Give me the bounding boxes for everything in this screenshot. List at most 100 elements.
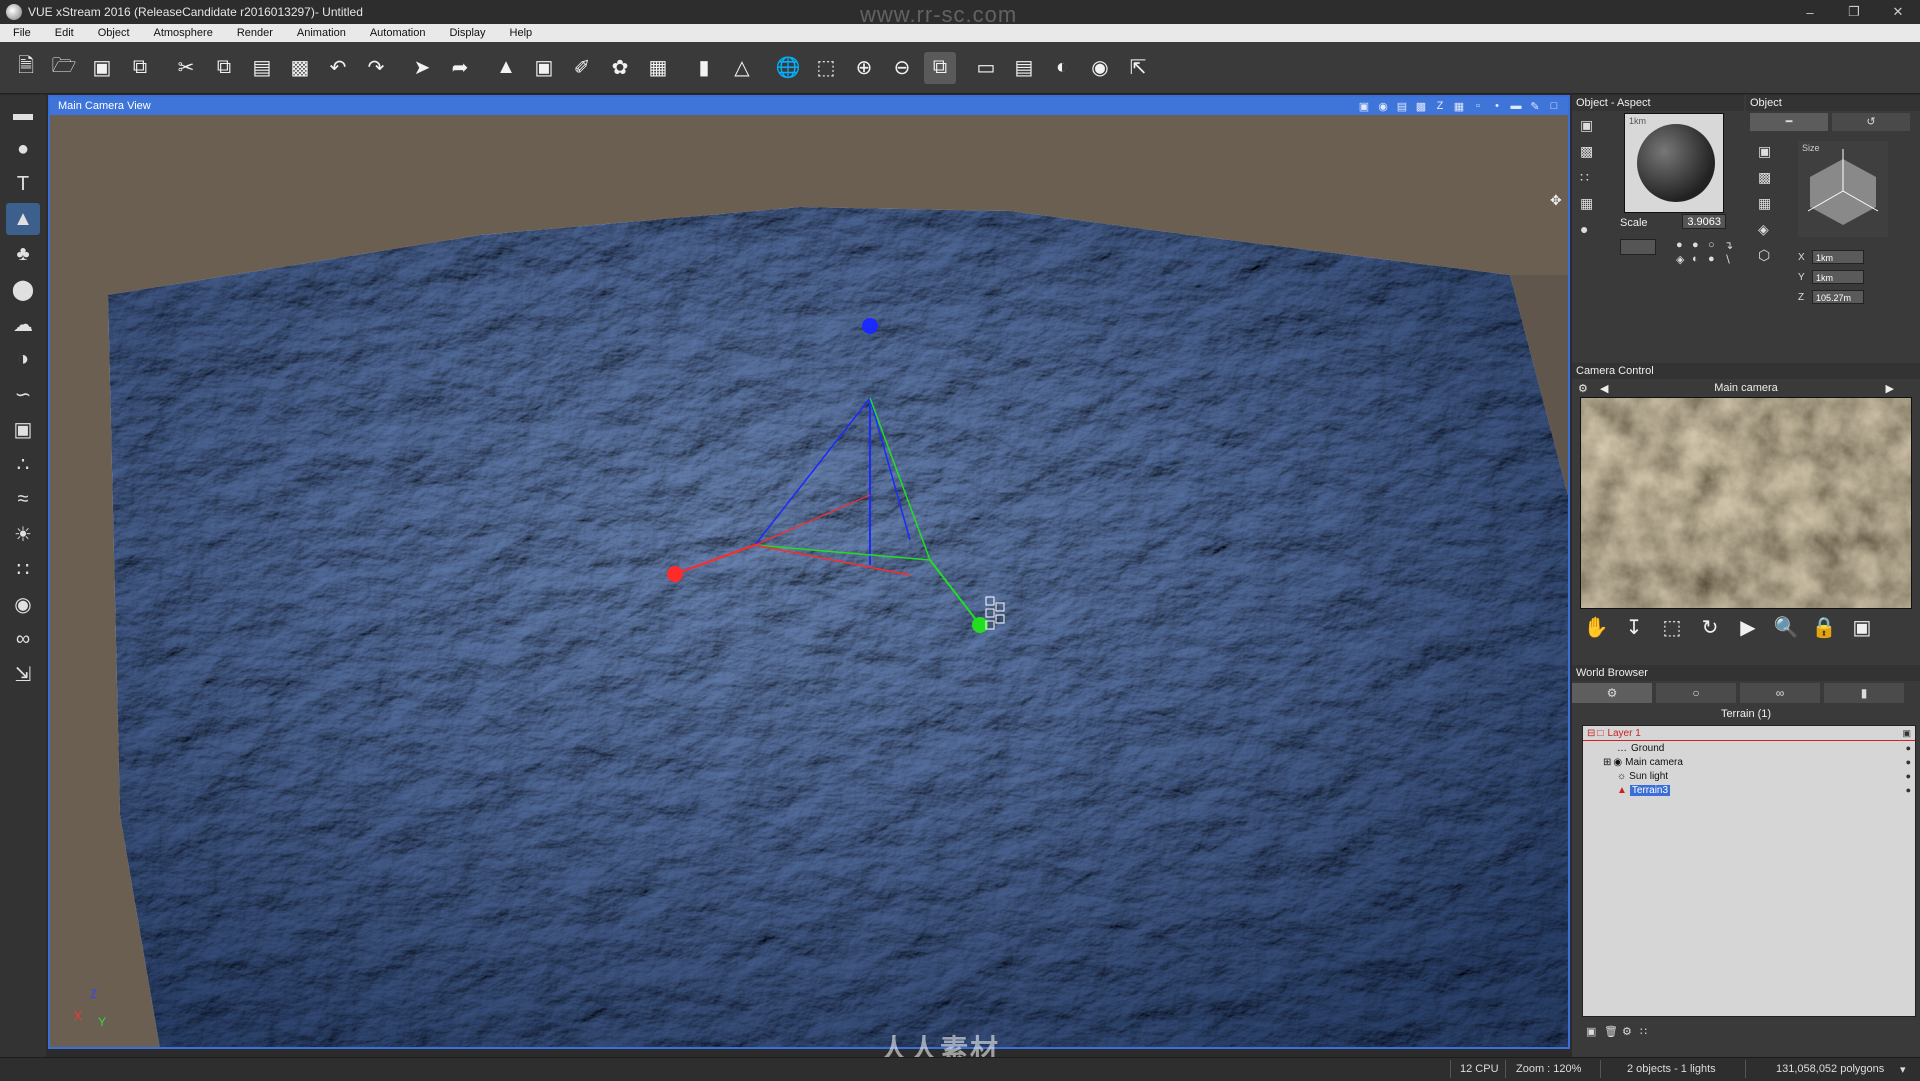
lock-icon[interactable]: 🔒 — [1810, 613, 1838, 641]
menu-render[interactable]: Render — [224, 27, 284, 39]
scene-tree[interactable]: ⊟ □ Layer 1 ▣ … Ground ● ⊞ ◉ Main camera… — [1582, 725, 1916, 1017]
visibility-icon[interactable]: ● — [1906, 757, 1911, 767]
options-icon[interactable]: ∷ — [1640, 1025, 1656, 1039]
main-camera-viewport[interactable]: Main Camera View ▣ ◉ ▤ ▩ Z ▦ ▫ • ▬ ✎ □ Z… — [48, 95, 1570, 1049]
stats-tab-icon[interactable]: ▮ — [1824, 683, 1904, 703]
metablob-icon[interactable]: ∷ — [6, 553, 40, 585]
x-size-field[interactable]: 1km — [1812, 250, 1864, 264]
prev-camera-icon[interactable]: ◀ — [1600, 382, 1608, 395]
menu-object[interactable]: Object — [85, 27, 141, 39]
select-by-icon[interactable]: ➦ — [444, 52, 476, 84]
mini-icon-6[interactable]: ◐ — [1692, 253, 1708, 267]
object-aspect-icon[interactable]: ▣ — [528, 52, 560, 84]
path-icon[interactable]: ∽ — [6, 378, 40, 410]
camera-options-icon[interactable]: ⚙ — [1578, 382, 1588, 395]
view-icon-5[interactable]: ▦ — [1451, 98, 1467, 114]
view-icon-4[interactable]: ▩ — [1413, 98, 1429, 114]
rock-icon[interactable]: ⬤ — [6, 273, 40, 305]
text-icon[interactable]: T — [6, 168, 40, 200]
obj-tool-1-icon[interactable]: ▣ — [1758, 143, 1778, 163]
z-size-field[interactable]: 105.27m — [1812, 290, 1864, 304]
mini-icon-4[interactable]: ↴ — [1724, 239, 1740, 253]
material-icon[interactable]: ✐ — [566, 52, 598, 84]
safe-frame-icon[interactable]: ▤ — [1008, 52, 1040, 84]
render-frame-icon[interactable]: ▭ — [970, 52, 1002, 84]
view-icon-6[interactable]: ▫ — [1470, 98, 1486, 114]
view-mode-icon[interactable]: ⧉ — [924, 51, 956, 84]
snapshot-icon[interactable]: ◉ — [1084, 52, 1116, 84]
tab-rotation[interactable]: ↺ — [1832, 113, 1910, 131]
view-icon-3[interactable]: ▤ — [1394, 98, 1410, 114]
zoom-camera-icon[interactable]: 🔍 — [1772, 613, 1800, 641]
zoom-out-icon[interactable]: ⊖ — [886, 52, 918, 84]
ecosystem-icon[interactable]: ∴ — [6, 448, 40, 480]
mini-icon-7[interactable]: ● — [1708, 253, 1724, 267]
terrain-scene[interactable] — [50, 115, 1568, 1049]
camera-snapshot-icon[interactable]: ▣ — [1848, 613, 1876, 641]
tree-row-terrain[interactable]: ▲ Terrain3 ● — [1583, 783, 1915, 797]
delete-icon[interactable]: 🗑 — [1604, 1025, 1620, 1039]
menu-atmosphere[interactable]: Atmosphere — [141, 27, 224, 39]
copy-icon[interactable]: ⧉ — [208, 52, 240, 84]
link-icon[interactable]: ∞ — [6, 623, 40, 655]
material-preview[interactable]: 1km — [1624, 113, 1724, 213]
aspect-tool-3-icon[interactable]: ∷ — [1580, 169, 1600, 189]
move-down-icon[interactable]: ↧ — [1620, 613, 1648, 641]
mini-icon-1[interactable]: ● — [1676, 239, 1692, 253]
links-tab-icon[interactable]: ∞ — [1740, 683, 1820, 703]
visibility-icon[interactable]: ● — [1906, 785, 1911, 795]
save-as-icon[interactable]: ⧉ — [124, 52, 156, 84]
settings-icon[interactable]: ⚙ — [1622, 1025, 1638, 1039]
wireframe-icon[interactable]: ◐ — [1046, 52, 1078, 84]
aspect-tool-5-icon[interactable]: ● — [1580, 221, 1600, 241]
save-icon[interactable]: ▣ — [86, 52, 118, 84]
expand-icon[interactable]: ⊞ — [1603, 757, 1611, 768]
mini-icon-3[interactable]: ○ — [1708, 239, 1724, 253]
next-camera-icon[interactable]: ▶ — [1886, 382, 1894, 395]
pencil-icon[interactable]: ✎ — [1527, 98, 1543, 114]
size-gizmo[interactable] — [1798, 141, 1888, 237]
cloud-icon[interactable]: ☁ — [6, 308, 40, 340]
view-icon-8[interactable]: ▬ — [1508, 98, 1524, 114]
menu-animation[interactable]: Animation — [284, 27, 357, 39]
select-icon[interactable]: ➤ — [406, 52, 438, 84]
view-icon-2[interactable]: ◉ — [1375, 98, 1391, 114]
animation-icon[interactable]: ▦ — [642, 52, 674, 84]
sphere-icon[interactable]: ● — [6, 133, 40, 165]
aspect-tool-2-icon[interactable]: ▩ — [1580, 143, 1600, 163]
mapping-dropdown[interactable] — [1620, 239, 1656, 255]
tree-row-main-camera[interactable]: ⊞ ◉ Main camera ● — [1583, 755, 1915, 769]
cube-icon[interactable]: ▣ — [6, 413, 40, 445]
scale-field[interactable]: 3.9063 — [1682, 214, 1726, 229]
visibility-icon[interactable]: ● — [1906, 743, 1911, 753]
materials-tab-icon[interactable]: ○ — [1656, 683, 1736, 703]
new-file-icon[interactable]: 🗎 — [10, 52, 42, 84]
cut-icon[interactable]: ✂ — [170, 52, 202, 84]
import-icon[interactable]: ⇲ — [6, 658, 40, 690]
planet-icon[interactable]: ◑ — [6, 343, 40, 375]
hand-pan-icon[interactable]: ✋ — [1582, 613, 1610, 641]
obj-tool-5-icon[interactable]: ⬡ — [1758, 247, 1778, 267]
visibility-icon[interactable]: ▣ — [1902, 728, 1911, 739]
paste-icon[interactable]: ▤ — [246, 52, 278, 84]
frame-select-icon[interactable]: ⬚ — [1658, 613, 1686, 641]
menu-edit[interactable]: Edit — [42, 27, 85, 39]
fit-view-icon[interactable]: ⬚ — [810, 52, 842, 84]
redo-icon[interactable]: ↷ — [360, 52, 392, 84]
objects-tab-icon[interactable]: ⚙ — [1572, 683, 1652, 703]
tree-row-ground[interactable]: … Ground ● — [1583, 741, 1915, 755]
obj-tool-4-icon[interactable]: ◈ — [1758, 221, 1778, 241]
world-icon[interactable]: 🌐 — [772, 52, 804, 84]
obj-tool-3-icon[interactable]: ▦ — [1758, 195, 1778, 215]
visibility-icon[interactable]: ● — [1906, 771, 1911, 781]
zoom-in-icon[interactable]: ⊕ — [848, 52, 880, 84]
z-icon[interactable]: Z — [1432, 98, 1448, 114]
undo-icon[interactable]: ↶ — [322, 52, 354, 84]
plane-icon[interactable]: ▬ — [6, 98, 40, 130]
tree-row-layer[interactable]: ⊟ □ Layer 1 ▣ — [1583, 726, 1915, 741]
view-icon-7[interactable]: • — [1489, 98, 1505, 114]
status-dropdown-icon[interactable]: ▾ — [1900, 1063, 1906, 1076]
rotate-icon[interactable]: ↻ — [1696, 613, 1724, 641]
terrain-editor-icon[interactable]: ▲ — [490, 52, 522, 84]
restore-icon[interactable]: ❐ — [1832, 0, 1876, 24]
